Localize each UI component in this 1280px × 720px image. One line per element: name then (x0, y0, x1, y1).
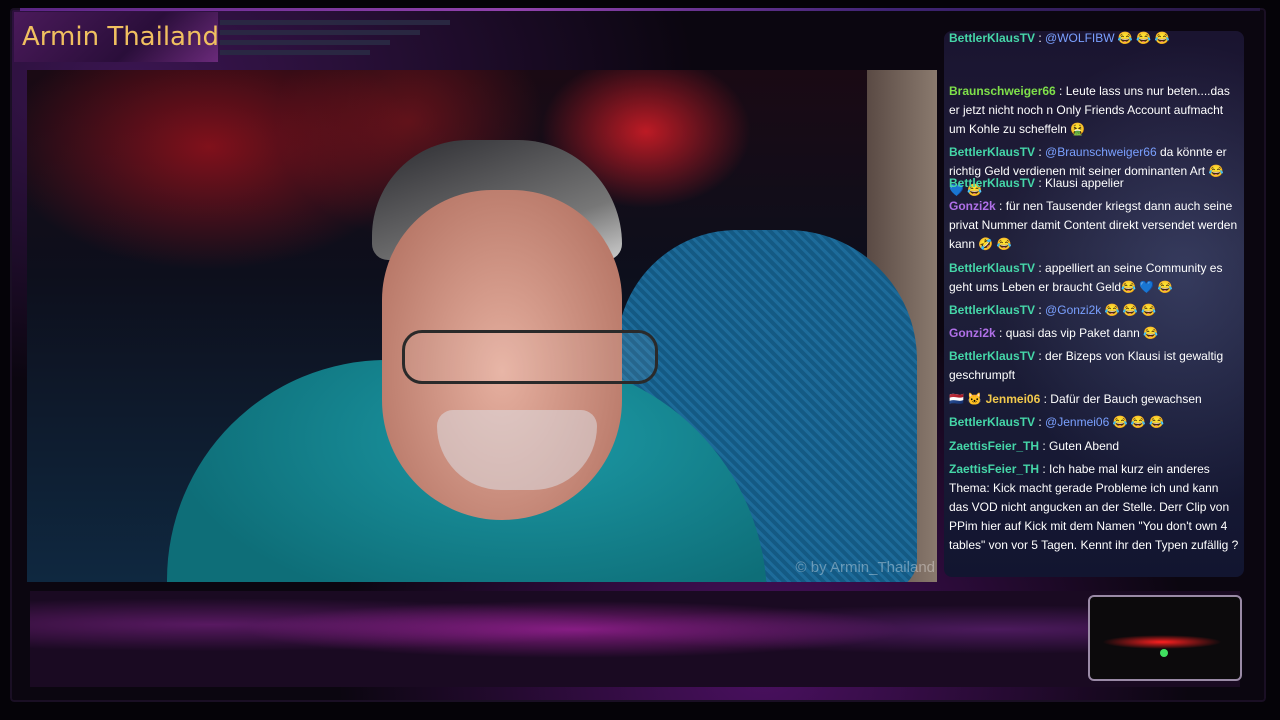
chat-message: ZaettisFeier_TH : Ich habe mal kurz ein … (949, 462, 1239, 552)
chat-message: 🇳🇱 🐱 Jenmei06 : Dafür der Bauch gewachse… (949, 392, 1202, 406)
webcam-video: © by Armin_Thailand (27, 70, 937, 582)
bottom-banner (30, 591, 1240, 687)
decor-bar (220, 40, 390, 45)
user-badge: 🇳🇱 🐱 (949, 392, 986, 406)
stream-title: Armin Thailand (22, 22, 219, 52)
chat-emote: 😂 😂 😂 (1101, 303, 1157, 317)
chat-emote: 😂 💙 😂 (1121, 280, 1173, 294)
decor-bar (220, 50, 370, 55)
chat-mention[interactable]: @WOLFIBW (1045, 31, 1115, 45)
chat-message: BettlerKlausTV : appelliert an seine Com… (949, 261, 1223, 294)
chat-message: Braunschweiger66 : Leute lass uns nur be… (949, 84, 1230, 136)
chat-text: Dafür der Bauch gewachsen (1050, 392, 1202, 406)
chat-username[interactable]: Jenmei06 (986, 392, 1041, 406)
chat-username[interactable]: BettlerKlausTV (949, 415, 1035, 429)
chat-username[interactable]: Gonzi2k (949, 326, 996, 340)
chat-message: BettlerKlausTV : Klausi appelier (949, 176, 1124, 190)
chat-message: Gonzi2k : für nen Tausender kriegst dann… (949, 199, 1238, 251)
mini-camera-view (1088, 595, 1242, 681)
chat-username[interactable]: BettlerKlausTV (949, 261, 1035, 275)
chat-emote: 😂 (1143, 326, 1159, 340)
chat-message: BettlerKlausTV : @Gonzi2k 😂 😂 😂 (949, 303, 1157, 317)
chat-username[interactable]: ZaettisFeier_TH (949, 462, 1039, 476)
chat-username[interactable]: BettlerKlausTV (949, 303, 1035, 317)
chat-emote: 😂 😂 😂 (1114, 31, 1170, 45)
chat-username[interactable]: Braunschweiger66 (949, 84, 1056, 98)
chat-username[interactable]: ZaettisFeier_TH (949, 439, 1039, 453)
overlay-top-line (20, 8, 1260, 11)
chat-text: quasi das vip Paket dann (1005, 326, 1144, 340)
chat-mention[interactable]: @Gonzi2k (1045, 303, 1101, 317)
decor-bar (220, 30, 420, 35)
chat-username[interactable]: BettlerKlausTV (949, 176, 1035, 190)
chat-username[interactable]: Gonzi2k (949, 199, 996, 213)
chat-username[interactable]: BettlerKlausTV (949, 145, 1035, 159)
chat-message: ZaettisFeier_TH : Guten Abend (949, 439, 1120, 453)
chat-text: Klausi appelier (1045, 176, 1124, 190)
chat-message: Gonzi2k : quasi das vip Paket dann 😂 (949, 326, 1159, 340)
chat-mention[interactable]: @Jenmei06 (1045, 415, 1109, 429)
chat-text: Guten Abend (1049, 439, 1120, 453)
streamer-glasses (402, 330, 658, 384)
video-watermark: © by Armin_Thailand (795, 559, 935, 576)
chat-mention[interactable]: @Braunschweiger66 (1045, 145, 1157, 159)
mini-green-light (1160, 649, 1168, 657)
chat-message: BettlerKlausTV : @Jenmei06 😂 😂 😂 (949, 415, 1165, 429)
chat-username[interactable]: BettlerKlausTV (949, 31, 1035, 45)
chat-emote: 😂 😂 😂 (1109, 415, 1165, 429)
chat-panel[interactable]: BettlerKlausTV : @WOLFIBW 😂 😂 😂 Braunsch… (944, 31, 1244, 577)
chat-username[interactable]: BettlerKlausTV (949, 349, 1035, 363)
chat-message: BettlerKlausTV : der Bizeps von Klausi i… (949, 349, 1224, 382)
chat-message: BettlerKlausTV : @WOLFIBW 😂 😂 😂 (949, 31, 1170, 45)
chat-emote: 🤣 😂 (978, 237, 1012, 251)
decor-bar (220, 20, 450, 25)
mini-red-glow (1102, 635, 1222, 649)
